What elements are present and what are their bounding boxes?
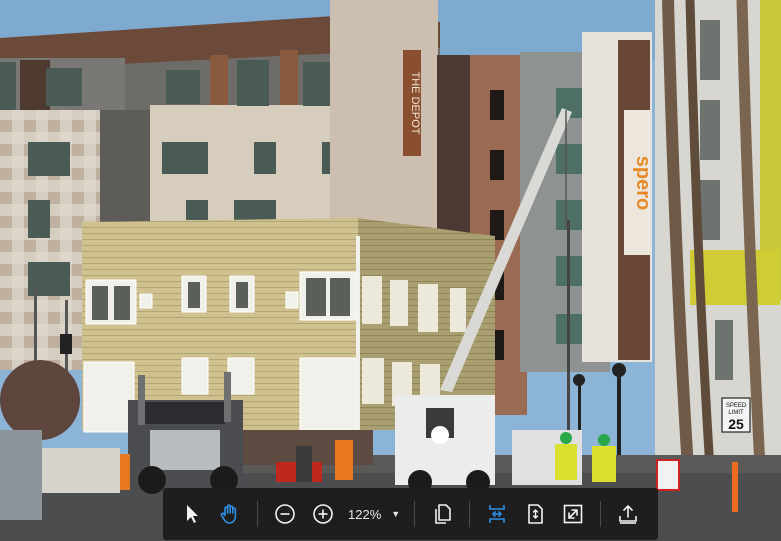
fit-width-icon — [489, 505, 505, 523]
speed-sign-top: SPEED — [726, 403, 747, 409]
zoom-in-button[interactable] — [305, 496, 341, 532]
upload-icon — [619, 505, 637, 524]
toolbar-divider — [257, 501, 258, 527]
speed-sign-value: 25 — [728, 416, 744, 432]
hand-tool-button[interactable] — [212, 496, 248, 532]
utility-truck — [395, 395, 495, 494]
background-photo: THE DEPOT spero SPEED LIMIT 25 — [0, 0, 781, 541]
zoom-level-dropdown[interactable]: 122% ▼ — [342, 496, 406, 532]
zoom-level-value: 122% — [348, 506, 382, 522]
chevron-down-icon: ▼ — [391, 509, 401, 519]
vertical-sign: spero — [632, 156, 654, 210]
pages-icon — [435, 504, 451, 524]
fit-width-button[interactable] — [479, 496, 515, 532]
fullscreen-button[interactable] — [555, 496, 591, 532]
fit-page-icon — [528, 504, 543, 524]
fit-page-button[interactable] — [517, 496, 553, 532]
zoom-out-icon — [275, 504, 295, 524]
toolbar-divider — [414, 501, 416, 527]
storefront-sign: THE DEPOT — [409, 72, 421, 135]
hand-icon — [220, 504, 237, 524]
arrow-pointer-icon — [187, 505, 198, 523]
page-view-button[interactable] — [424, 496, 460, 532]
skid-steer — [40, 448, 120, 493]
upload-button[interactable] — [610, 496, 646, 532]
zoom-out-button[interactable] — [267, 496, 303, 532]
toolbar-divider — [469, 501, 471, 527]
zoom-in-icon — [313, 504, 333, 524]
parked-car — [0, 430, 42, 520]
toolbar-divider — [600, 501, 602, 527]
expand-icon — [563, 504, 583, 524]
select-tool-button[interactable] — [174, 496, 210, 532]
viewer-toolbar: 122% ▼ — [163, 488, 658, 540]
